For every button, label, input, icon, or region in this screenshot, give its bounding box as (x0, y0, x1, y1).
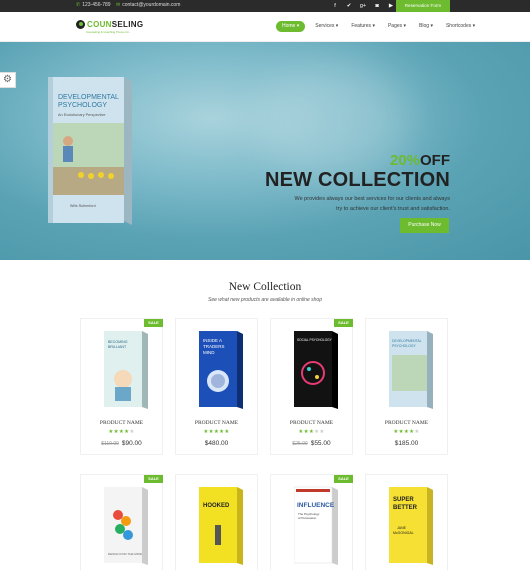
book-cover-title-2: TRADERS (203, 344, 225, 349)
phone-icon: ✆ (76, 2, 81, 8)
product-card[interactable]: SALE SOCIAL PSYCHOLOGY PRODUCT NAME ★★★★… (270, 318, 353, 455)
purchase-now-button[interactable]: Purchase Now (400, 218, 449, 233)
rating-stars: ★★★★★ (203, 429, 230, 435)
rating-stars: ★★★★★ (298, 429, 325, 435)
book-cover-image: DESIGN FOR THE MIND (104, 487, 148, 565)
hero-book-title-1: DEVELOPMENTAL (58, 94, 119, 101)
rating-stars: ★★★★★ (108, 429, 135, 435)
product-card[interactable]: DEVELOPMENTAL PSYCHOLOGY PRODUCT NAME ★★… (365, 318, 448, 455)
book-cover-title: HOOKED (203, 503, 230, 509)
nav-shortcodes[interactable]: Shortcodes ▾ (443, 21, 478, 32)
product-price: $25.00 $55.00 (292, 440, 331, 447)
book-cover-title: SOCIAL PSYCHOLOGY (297, 338, 333, 342)
section-title: New Collection (228, 281, 302, 293)
hero-book-author: Wills Rutherford (70, 204, 96, 208)
logo-icon (76, 20, 85, 29)
hero-book-image: DEVELOPMENTAL PSYCHOLOGY An Evolutionary… (48, 77, 132, 225)
book-cover-title: DESIGN FOR THE MIND (108, 552, 143, 556)
book-cover-image: INFLUENCE The Psychology of Persuasion (294, 486, 338, 565)
book-cover-image: SUPER BETTER JANE McGONIGAL (389, 487, 433, 565)
product-card[interactable]: HOOKED (175, 474, 258, 570)
top-bar: ✆ 123-456-789 ✉ contact@yourdomain.com f… (0, 0, 530, 12)
book-cover-title-2: BETTER (393, 505, 418, 511)
nav-features[interactable]: Features ▾ (348, 21, 378, 32)
hero-banner: ⚙ DEVELOPMENTAL PSYCHOLOGY An Evolutiona… (0, 42, 530, 260)
book-cover-image: INSIDE A TRADERS MIND (199, 331, 243, 409)
hero-title: NEW COLLECTION (264, 169, 450, 191)
book-cover-author: JANE (397, 526, 407, 530)
book-cover-image: SOCIAL PSYCHOLOGY (294, 331, 338, 409)
product-card[interactable]: INSIDE A TRADERS MIND PRODUCT NAME ★★★★★… (175, 318, 258, 455)
nav-home[interactable]: Home ▾ (276, 21, 306, 32)
hero-promo: 20%OFF NEW COLLECTION We provides always… (264, 152, 450, 213)
discount-text: 20%OFF (389, 152, 450, 169)
rating-stars: ★★★★★ (393, 429, 420, 435)
twitter-icon[interactable]: ✔ (342, 1, 356, 11)
email-address[interactable]: contact@yourdomain.com (122, 2, 180, 8)
book-cover-image: HOOKED (199, 487, 243, 565)
product-card[interactable]: SALE DESIGN FOR THE MIND (80, 474, 163, 570)
nav-blog[interactable]: Blog ▾ (416, 21, 436, 32)
book-cover-author-2: McGONIGAL (393, 531, 414, 535)
book-cover-image: BECOMING BRILLIANT (104, 331, 148, 409)
email-contact[interactable]: ✉ contact@yourdomain.com (116, 2, 180, 8)
product-price: $480.00 (204, 440, 229, 447)
product-name[interactable]: PRODUCT NAME (366, 420, 447, 426)
phone-contact: ✆ 123-456-789 (76, 2, 111, 8)
book-cover-title: DEVELOPMENTAL (392, 339, 422, 343)
envelope-icon: ✉ (116, 2, 121, 8)
hero-book-subtitle: An Evolutionary Perspective (58, 113, 106, 117)
product-card[interactable]: SUPER BETTER JANE McGONIGAL (365, 474, 448, 570)
logo[interactable]: COUNSELING (76, 20, 143, 29)
book-cover-title: SUPER (393, 497, 414, 503)
sale-badge: SALE (334, 319, 353, 327)
book-cover-title: INSIDE A (203, 338, 222, 343)
logo-tagline: Counseling & Coaching Theme for... (86, 30, 131, 34)
product-price: $185.00 (394, 440, 419, 447)
hero-description: We provides always our best services for… (294, 196, 451, 212)
book-cover-title-3: MIND (203, 350, 215, 355)
hero-book-title-2: PSYCHOLOGY (58, 102, 107, 109)
sale-badge: SALE (334, 475, 353, 483)
product-card[interactable]: SALE BECOMING BRILLIANT PRODUCT NAME ★★★… (80, 318, 163, 455)
facebook-icon[interactable]: f (328, 1, 342, 11)
product-name[interactable]: PRODUCT NAME (81, 420, 162, 426)
product-name[interactable]: PRODUCT NAME (271, 420, 352, 426)
sale-badge: SALE (144, 319, 163, 327)
reservation-button[interactable]: Reservation Form (396, 0, 450, 12)
book-cover-title: BECOMING (108, 340, 128, 344)
book-cover-title-2: BRILLIANT (108, 345, 127, 349)
product-name[interactable]: PRODUCT NAME (176, 420, 257, 426)
section-subtitle: See what new products are available in o… (208, 297, 322, 303)
site-header: COUNSELING Counseling & Coaching Theme f… (0, 12, 530, 42)
nav-services[interactable]: Services ▾ (312, 21, 341, 32)
phone-number: 123-456-789 (82, 2, 111, 8)
google-plus-icon[interactable]: g+ (356, 1, 370, 11)
book-cover-image: DEVELOPMENTAL PSYCHOLOGY (389, 331, 433, 409)
product-price: $110.00 $90.00 (101, 440, 142, 447)
social-links: f ✔ g+ ◙ ▶ (328, 1, 398, 11)
book-cover-title-2: PSYCHOLOGY (392, 344, 416, 348)
product-card[interactable]: SALE INFLUENCE The Psychology of Persuas… (270, 474, 353, 570)
book-cover-subtitle-2: of Persuasion (298, 516, 317, 520)
settings-gear-icon[interactable]: ⚙ (0, 72, 16, 88)
main-nav: Home ▾ Services ▾ Features ▾ Pages ▾ Blo… (276, 21, 478, 32)
instagram-icon[interactable]: ◙ (370, 1, 384, 11)
nav-pages[interactable]: Pages ▾ (385, 21, 409, 32)
book-cover-title: INFLUENCE (297, 502, 335, 509)
logo-text: COUNSELING (87, 20, 144, 29)
sale-badge: SALE (144, 475, 163, 483)
